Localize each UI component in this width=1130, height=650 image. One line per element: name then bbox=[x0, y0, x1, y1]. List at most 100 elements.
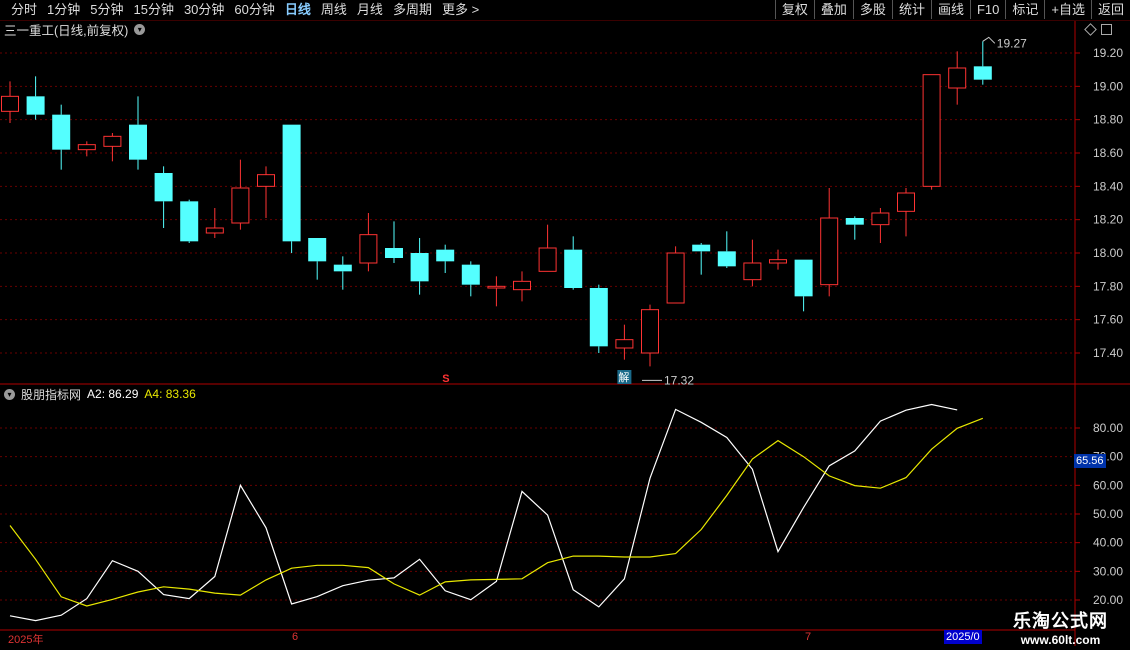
price-tick-label: 18.00 bbox=[1093, 246, 1123, 260]
price-tick-label: 18.40 bbox=[1093, 179, 1123, 193]
candlestick-series bbox=[1, 41, 992, 367]
toolbar-actions: 复权 叠加 多股 统计 画线 F10 标记 +自选 返回 bbox=[774, 0, 1130, 19]
period-tab[interactable]: 5分钟 bbox=[85, 0, 128, 20]
price-tick-label: 18.80 bbox=[1093, 113, 1123, 127]
candle-body-down bbox=[436, 249, 455, 262]
candle-body-up bbox=[948, 67, 967, 89]
candle-body-up bbox=[538, 247, 557, 272]
candle-body-down bbox=[973, 66, 992, 80]
toolbar-button[interactable]: 叠加 bbox=[813, 0, 853, 19]
period-tab[interactable]: 1分钟 bbox=[42, 0, 85, 20]
period-tab[interactable]: 日线 bbox=[280, 0, 316, 20]
candle-body-down bbox=[410, 253, 429, 282]
indicator-name: 股朋指标网 bbox=[21, 387, 82, 402]
candle-body-up bbox=[1, 95, 19, 112]
candle-body-down bbox=[589, 288, 608, 347]
indicator-grid bbox=[0, 427, 1080, 601]
indicator-dropdown-icon[interactable]: ▾ bbox=[4, 388, 15, 400]
chart-canvas: 19.27 17.32 S 解 19.20 19.00 18.80 18.60 18.40 18… bbox=[0, 21, 1130, 646]
period-tab[interactable]: 60分钟 bbox=[229, 0, 279, 20]
price-tick-label: 19.20 bbox=[1093, 46, 1123, 60]
period-tab[interactable]: 分时 bbox=[6, 0, 42, 20]
indicator-tick-label: 40.00 bbox=[1093, 536, 1123, 550]
s-signal-marker: S bbox=[442, 373, 449, 385]
toolbar-button[interactable]: 统计 bbox=[891, 0, 931, 19]
candle-body-up bbox=[103, 135, 122, 147]
high-pointer bbox=[982, 36, 996, 44]
period-toolbar: 分时 1分钟 5分钟 15分钟 30分钟 60分钟 日线 周线 月线 多周期 更多 > 复权 叠加 多股… bbox=[0, 0, 1130, 21]
candle-body-up bbox=[487, 285, 506, 289]
indicator-tick-label: 60.00 bbox=[1093, 478, 1123, 492]
date-label-year: 2025年 bbox=[8, 634, 44, 646]
watermark-line2: www.60lt.com bbox=[1020, 633, 1101, 647]
candle-body-up bbox=[205, 227, 224, 234]
candle-body-down bbox=[845, 218, 864, 225]
candle-body-up bbox=[743, 262, 762, 281]
current-value-box: 65.56 bbox=[1074, 454, 1106, 468]
candle-body-down bbox=[333, 264, 352, 272]
indicator-tick-label: 80.00 bbox=[1093, 421, 1123, 435]
date-cursor-box: 2025/0 bbox=[944, 630, 982, 644]
indicator-tick-label: 30.00 bbox=[1093, 564, 1123, 578]
date-label-month6: 6 bbox=[292, 631, 299, 643]
indicator-title-row: ▾ 股朋指标网 A2: 86.29 A4: 83.36 bbox=[4, 387, 196, 402]
date-label-month7: 7 bbox=[805, 631, 812, 643]
toolbar-button[interactable]: 复权 bbox=[774, 0, 814, 19]
corner-icons bbox=[1084, 23, 1112, 36]
candle-body-down bbox=[564, 249, 583, 288]
indicator-tick-label: 50.00 bbox=[1093, 507, 1123, 521]
jie-signal-marker: 解 bbox=[618, 370, 629, 384]
diamond-icon[interactable] bbox=[1084, 23, 1097, 36]
indicator-a4-value: A4: 83.36 bbox=[144, 387, 196, 401]
toolbar-button[interactable]: +自选 bbox=[1044, 0, 1091, 19]
period-tab[interactable]: 30分钟 bbox=[179, 0, 229, 20]
indicator-lines bbox=[9, 403, 984, 622]
candle-body-up bbox=[641, 309, 659, 354]
period-tab[interactable]: 多周期 bbox=[388, 0, 437, 20]
period-tabs: 分时 1分钟 5分钟 15分钟 30分钟 60分钟 日线 周线 月线 多周期 更多 > bbox=[0, 0, 484, 20]
period-tab[interactable]: 15分钟 bbox=[128, 0, 178, 20]
period-tab[interactable]: 月线 bbox=[352, 0, 388, 20]
y-axis-ticks: 19.20 19.00 18.80 18.60 18.40 18.20 18.00 17.80… bbox=[1093, 46, 1123, 607]
candle-body-down bbox=[26, 96, 45, 115]
candle-body-up bbox=[615, 339, 634, 349]
candle-body-down bbox=[154, 173, 173, 202]
candle-body-down bbox=[385, 248, 403, 258]
candle-body-up bbox=[666, 252, 685, 304]
indicator-line-a4 bbox=[9, 417, 984, 607]
toolbar-button[interactable]: 画线 bbox=[930, 0, 970, 19]
candle-body-down bbox=[52, 114, 71, 150]
toolbar-button[interactable]: 标记 bbox=[1005, 0, 1044, 19]
toolbar-button[interactable]: 返回 bbox=[1090, 0, 1130, 19]
period-tab[interactable]: 更多 > bbox=[437, 0, 484, 20]
candle-body-up bbox=[820, 217, 839, 286]
toolbar-button[interactable]: F10 bbox=[969, 0, 1005, 19]
indicator-line-a2 bbox=[9, 403, 958, 622]
candle-body-down bbox=[180, 201, 199, 242]
candle-body-up bbox=[769, 259, 787, 264]
price-tick-label: 18.60 bbox=[1093, 146, 1123, 160]
main-grid bbox=[0, 52, 1080, 354]
title-dropdown-icon[interactable]: ▾ bbox=[134, 23, 146, 35]
candle-body-down bbox=[282, 124, 301, 242]
watermark-line1: 乐淘公式网 bbox=[1013, 611, 1108, 631]
price-tick-label: 19.00 bbox=[1093, 79, 1123, 93]
candle-body-down bbox=[308, 238, 327, 262]
high-price-label: 19.27 bbox=[997, 36, 1027, 50]
indicator-a2-value: A2: 86.29 bbox=[87, 387, 139, 401]
candle-body-up bbox=[257, 174, 275, 187]
period-tab[interactable]: 周线 bbox=[316, 0, 352, 20]
watermark-logo: 乐淘公式网 www.60lt.com bbox=[1013, 607, 1108, 647]
stock-title: 三一重工(日线,前复权) bbox=[4, 23, 129, 38]
candle-body-up bbox=[77, 144, 96, 151]
price-tick-label: 17.60 bbox=[1093, 313, 1123, 327]
candle-body-down bbox=[461, 264, 480, 285]
panel-toggle-icon[interactable] bbox=[1101, 24, 1112, 35]
annotations: 19.27 17.32 S 解 bbox=[442, 36, 1027, 387]
candle-body-down bbox=[717, 251, 736, 267]
price-tick-label: 18.20 bbox=[1093, 213, 1123, 227]
candle-body-up bbox=[359, 234, 378, 264]
candle-body-down bbox=[794, 259, 813, 297]
toolbar-button[interactable]: 多股 bbox=[852, 0, 892, 19]
indicator-tick-label: 20.00 bbox=[1093, 593, 1123, 607]
